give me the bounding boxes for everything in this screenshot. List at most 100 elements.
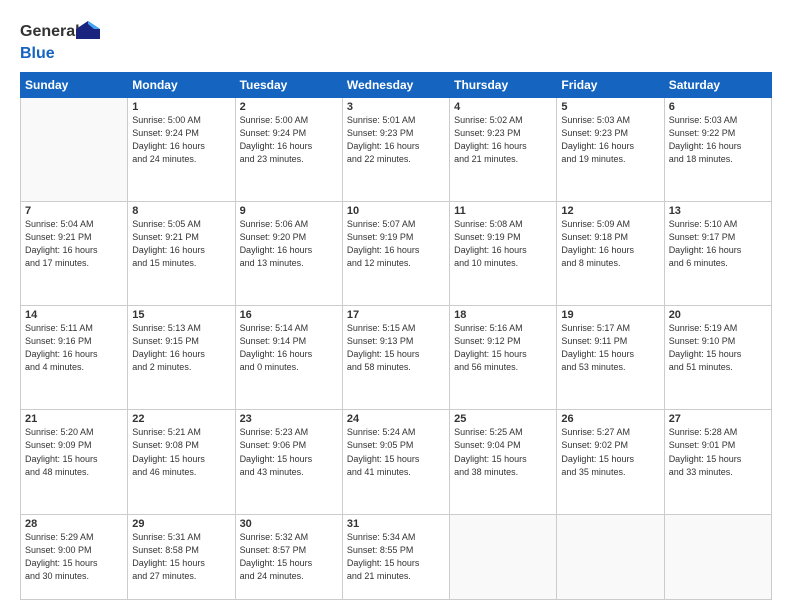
header: General Blue [20, 18, 772, 64]
calendar-cell [557, 514, 664, 599]
calendar-cell: 27Sunrise: 5:28 AM Sunset: 9:01 PM Dayli… [664, 410, 771, 514]
day-number: 21 [25, 413, 123, 425]
day-info: Sunrise: 5:03 AM Sunset: 9:23 PM Dayligh… [561, 114, 659, 166]
day-info: Sunrise: 5:00 AM Sunset: 9:24 PM Dayligh… [132, 114, 230, 166]
svg-text:General: General [20, 23, 80, 40]
calendar-cell: 12Sunrise: 5:09 AM Sunset: 9:18 PM Dayli… [557, 202, 664, 306]
day-info: Sunrise: 5:14 AM Sunset: 9:14 PM Dayligh… [240, 322, 338, 374]
day-number: 29 [132, 518, 230, 530]
day-number: 4 [454, 101, 552, 113]
calendar-day-header: Friday [557, 73, 664, 98]
day-info: Sunrise: 5:25 AM Sunset: 9:04 PM Dayligh… [454, 426, 552, 478]
calendar-cell: 15Sunrise: 5:13 AM Sunset: 9:15 PM Dayli… [128, 306, 235, 410]
day-number: 17 [347, 309, 445, 321]
calendar-day-header: Saturday [664, 73, 771, 98]
day-number: 23 [240, 413, 338, 425]
calendar-cell: 8Sunrise: 5:05 AM Sunset: 9:21 PM Daylig… [128, 202, 235, 306]
day-info: Sunrise: 5:32 AM Sunset: 8:57 PM Dayligh… [240, 531, 338, 583]
day-info: Sunrise: 5:19 AM Sunset: 9:10 PM Dayligh… [669, 322, 767, 374]
calendar-cell: 9Sunrise: 5:06 AM Sunset: 9:20 PM Daylig… [235, 202, 342, 306]
day-number: 14 [25, 309, 123, 321]
calendar-cell: 4Sunrise: 5:02 AM Sunset: 9:23 PM Daylig… [450, 98, 557, 202]
calendar-cell: 21Sunrise: 5:20 AM Sunset: 9:09 PM Dayli… [21, 410, 128, 514]
day-number: 31 [347, 518, 445, 530]
day-number: 16 [240, 309, 338, 321]
day-info: Sunrise: 5:06 AM Sunset: 9:20 PM Dayligh… [240, 218, 338, 270]
day-info: Sunrise: 5:05 AM Sunset: 9:21 PM Dayligh… [132, 218, 230, 270]
day-number: 3 [347, 101, 445, 113]
day-info: Sunrise: 5:17 AM Sunset: 9:11 PM Dayligh… [561, 322, 659, 374]
calendar-cell: 13Sunrise: 5:10 AM Sunset: 9:17 PM Dayli… [664, 202, 771, 306]
day-number: 27 [669, 413, 767, 425]
calendar-cell: 29Sunrise: 5:31 AM Sunset: 8:58 PM Dayli… [128, 514, 235, 599]
calendar-header-row: SundayMondayTuesdayWednesdayThursdayFrid… [21, 73, 772, 98]
calendar-cell: 31Sunrise: 5:34 AM Sunset: 8:55 PM Dayli… [342, 514, 449, 599]
day-info: Sunrise: 5:29 AM Sunset: 9:00 PM Dayligh… [25, 531, 123, 583]
calendar-week-row: 1Sunrise: 5:00 AM Sunset: 9:24 PM Daylig… [21, 98, 772, 202]
calendar-cell: 2Sunrise: 5:00 AM Sunset: 9:24 PM Daylig… [235, 98, 342, 202]
day-info: Sunrise: 5:07 AM Sunset: 9:19 PM Dayligh… [347, 218, 445, 270]
day-info: Sunrise: 5:16 AM Sunset: 9:12 PM Dayligh… [454, 322, 552, 374]
calendar-cell: 3Sunrise: 5:01 AM Sunset: 9:23 PM Daylig… [342, 98, 449, 202]
day-info: Sunrise: 5:34 AM Sunset: 8:55 PM Dayligh… [347, 531, 445, 583]
calendar-week-row: 21Sunrise: 5:20 AM Sunset: 9:09 PM Dayli… [21, 410, 772, 514]
calendar-day-header: Monday [128, 73, 235, 98]
logo: General Blue [20, 18, 105, 64]
calendar-cell: 17Sunrise: 5:15 AM Sunset: 9:13 PM Dayli… [342, 306, 449, 410]
day-number: 28 [25, 518, 123, 530]
day-number: 2 [240, 101, 338, 113]
calendar-cell: 10Sunrise: 5:07 AM Sunset: 9:19 PM Dayli… [342, 202, 449, 306]
calendar-cell: 11Sunrise: 5:08 AM Sunset: 9:19 PM Dayli… [450, 202, 557, 306]
day-info: Sunrise: 5:08 AM Sunset: 9:19 PM Dayligh… [454, 218, 552, 270]
generalblue-logo: General Blue [20, 18, 105, 64]
day-info: Sunrise: 5:23 AM Sunset: 9:06 PM Dayligh… [240, 426, 338, 478]
day-info: Sunrise: 5:27 AM Sunset: 9:02 PM Dayligh… [561, 426, 659, 478]
day-number: 25 [454, 413, 552, 425]
day-info: Sunrise: 5:10 AM Sunset: 9:17 PM Dayligh… [669, 218, 767, 270]
day-number: 8 [132, 205, 230, 217]
day-info: Sunrise: 5:09 AM Sunset: 9:18 PM Dayligh… [561, 218, 659, 270]
calendar-cell: 19Sunrise: 5:17 AM Sunset: 9:11 PM Dayli… [557, 306, 664, 410]
calendar-cell: 30Sunrise: 5:32 AM Sunset: 8:57 PM Dayli… [235, 514, 342, 599]
day-number: 26 [561, 413, 659, 425]
day-number: 13 [669, 205, 767, 217]
calendar-cell: 25Sunrise: 5:25 AM Sunset: 9:04 PM Dayli… [450, 410, 557, 514]
calendar-table: SundayMondayTuesdayWednesdayThursdayFrid… [20, 72, 772, 600]
calendar-cell [450, 514, 557, 599]
day-number: 22 [132, 413, 230, 425]
calendar-week-row: 28Sunrise: 5:29 AM Sunset: 9:00 PM Dayli… [21, 514, 772, 599]
calendar-week-row: 7Sunrise: 5:04 AM Sunset: 9:21 PM Daylig… [21, 202, 772, 306]
calendar-cell: 1Sunrise: 5:00 AM Sunset: 9:24 PM Daylig… [128, 98, 235, 202]
day-number: 24 [347, 413, 445, 425]
calendar-cell: 6Sunrise: 5:03 AM Sunset: 9:22 PM Daylig… [664, 98, 771, 202]
calendar-cell: 26Sunrise: 5:27 AM Sunset: 9:02 PM Dayli… [557, 410, 664, 514]
day-info: Sunrise: 5:11 AM Sunset: 9:16 PM Dayligh… [25, 322, 123, 374]
calendar-cell: 18Sunrise: 5:16 AM Sunset: 9:12 PM Dayli… [450, 306, 557, 410]
calendar-day-header: Thursday [450, 73, 557, 98]
day-number: 1 [132, 101, 230, 113]
calendar-cell: 22Sunrise: 5:21 AM Sunset: 9:08 PM Dayli… [128, 410, 235, 514]
calendar-cell: 24Sunrise: 5:24 AM Sunset: 9:05 PM Dayli… [342, 410, 449, 514]
calendar-cell: 7Sunrise: 5:04 AM Sunset: 9:21 PM Daylig… [21, 202, 128, 306]
day-number: 15 [132, 309, 230, 321]
day-info: Sunrise: 5:28 AM Sunset: 9:01 PM Dayligh… [669, 426, 767, 478]
calendar-day-header: Wednesday [342, 73, 449, 98]
calendar-cell: 20Sunrise: 5:19 AM Sunset: 9:10 PM Dayli… [664, 306, 771, 410]
day-number: 18 [454, 309, 552, 321]
calendar-cell [664, 514, 771, 599]
day-info: Sunrise: 5:01 AM Sunset: 9:23 PM Dayligh… [347, 114, 445, 166]
day-info: Sunrise: 5:21 AM Sunset: 9:08 PM Dayligh… [132, 426, 230, 478]
calendar-cell: 5Sunrise: 5:03 AM Sunset: 9:23 PM Daylig… [557, 98, 664, 202]
day-number: 12 [561, 205, 659, 217]
day-info: Sunrise: 5:15 AM Sunset: 9:13 PM Dayligh… [347, 322, 445, 374]
day-info: Sunrise: 5:00 AM Sunset: 9:24 PM Dayligh… [240, 114, 338, 166]
day-info: Sunrise: 5:24 AM Sunset: 9:05 PM Dayligh… [347, 426, 445, 478]
calendar-cell [21, 98, 128, 202]
calendar-cell: 16Sunrise: 5:14 AM Sunset: 9:14 PM Dayli… [235, 306, 342, 410]
day-info: Sunrise: 5:03 AM Sunset: 9:22 PM Dayligh… [669, 114, 767, 166]
day-number: 5 [561, 101, 659, 113]
day-info: Sunrise: 5:04 AM Sunset: 9:21 PM Dayligh… [25, 218, 123, 270]
day-number: 20 [669, 309, 767, 321]
day-info: Sunrise: 5:20 AM Sunset: 9:09 PM Dayligh… [25, 426, 123, 478]
calendar-week-row: 14Sunrise: 5:11 AM Sunset: 9:16 PM Dayli… [21, 306, 772, 410]
